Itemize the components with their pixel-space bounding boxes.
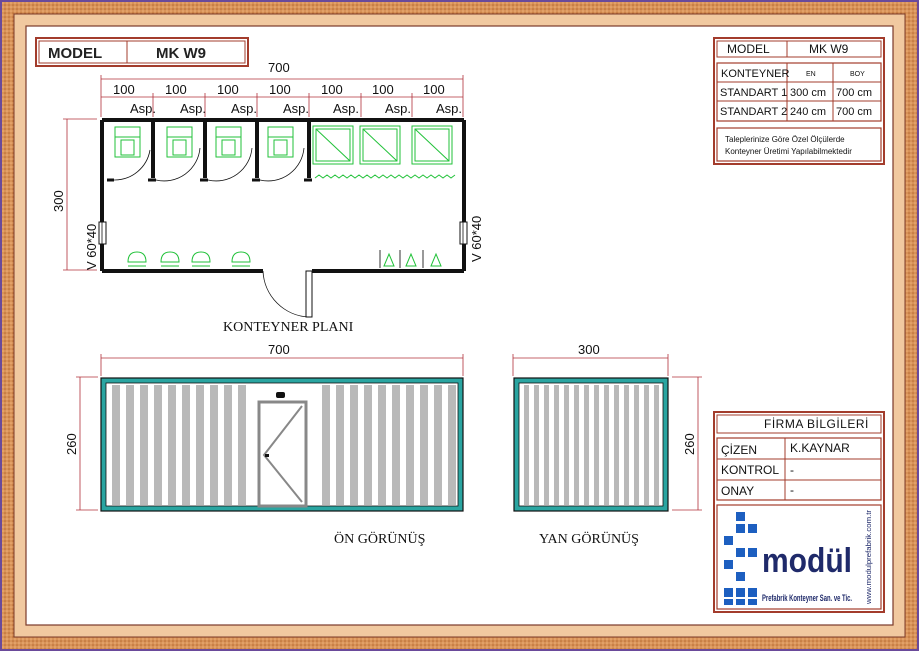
corrugation-rib [378, 385, 386, 505]
firm-approval-value: - [790, 483, 794, 497]
plan-depth: 300 [51, 190, 66, 212]
corrugation-rib [350, 385, 358, 505]
front-view-height: 260 [64, 433, 79, 455]
plan-module-5: 100 [321, 82, 343, 97]
corrugation-rib [210, 385, 218, 505]
corrugation-rib [524, 385, 529, 505]
spec-header-width: EN [806, 71, 816, 78]
asp-label-7: Asp. [436, 101, 462, 116]
spec-header-length: BOY [850, 71, 865, 78]
corrugation-rib [654, 385, 659, 505]
corrugation-rib [336, 385, 344, 505]
corrugation-rib [594, 385, 599, 505]
model-value: MK W9 [156, 45, 206, 62]
plan-module-3: 100 [217, 82, 239, 97]
side-view-container [513, 377, 669, 512]
side-view-height: 260 [682, 433, 697, 455]
asp-label-6: Asp. [385, 101, 411, 116]
corrugation-rib [196, 385, 204, 505]
model-label: MODEL [48, 45, 102, 62]
window-left-label: V 60*40 [84, 224, 99, 270]
corrugation-rib [364, 385, 372, 505]
corrugation-rib [420, 385, 428, 505]
asp-label-5: Asp. [333, 101, 359, 116]
plan-total-width: 700 [268, 60, 290, 75]
corrugation-rib [604, 385, 609, 505]
plan-window-left [98, 221, 107, 245]
side-view-caption: YAN GÖRÜNÜŞ [539, 530, 639, 547]
logo-wordmark: modül [762, 542, 852, 580]
spec-note-line-1: Taleplerinize Göre Özel Ölçülerde [725, 135, 845, 144]
spec-row-2-name: STANDART 2 [720, 106, 787, 118]
asp-label-4: Asp. [283, 101, 309, 116]
corrugation-rib [392, 385, 400, 505]
front-view-width: 700 [268, 342, 290, 357]
firm-drawn-value: K.KAYNAR [790, 441, 850, 455]
plan-module-4: 100 [269, 82, 291, 97]
front-view-container [100, 377, 464, 512]
corrugation-rib [534, 385, 539, 505]
front-view-caption: ÖN GÖRÜNÜŞ [334, 530, 425, 547]
corrugation-rib [624, 385, 629, 505]
corrugation-rib [448, 385, 456, 505]
corrugation-rib [154, 385, 162, 505]
asp-label-1: Asp. [130, 101, 156, 116]
corrugation-rib [322, 385, 330, 505]
corrugation-rib [634, 385, 639, 505]
corrugation-rib [434, 385, 442, 505]
corrugation-rib [168, 385, 176, 505]
spec-row-2-length: 700 cm [836, 106, 872, 118]
corrugation-rib [564, 385, 569, 505]
firm-title: FİRMA BİLGİLERİ [764, 417, 869, 431]
logo-url: www.modulprefabrik.com.tr [866, 509, 873, 605]
firm-control-value: - [790, 463, 794, 477]
spec-note-line-2: Konteyner Üretimi Yapılabilmektedir [725, 147, 852, 156]
corrugation-rib [112, 385, 120, 505]
corrugation-rib [574, 385, 579, 505]
corrugation-rib [554, 385, 559, 505]
plan-module-2: 100 [165, 82, 187, 97]
drawing-sheet: MODEL MK W9 700 100 100 100 100 100 100 … [0, 0, 919, 651]
spec-row-2-width: 240 cm [790, 106, 826, 118]
asp-label-2: Asp. [180, 101, 206, 116]
spec-row-1-name: STANDART 1 [720, 87, 787, 99]
corrugation-rib [544, 385, 549, 505]
corrugation-rib [182, 385, 190, 505]
technical-drawing: MODEL MK W9 700 100 100 100 100 100 100 … [0, 0, 919, 651]
corrugation-rib [406, 385, 414, 505]
plan-module-7: 100 [423, 82, 445, 97]
corrugation-rib [126, 385, 134, 505]
corrugation-rib [614, 385, 619, 505]
corrugation-rib [238, 385, 246, 505]
asp-label-3: Asp. [231, 101, 257, 116]
corrugation-rib [644, 385, 649, 505]
corrugation-rib [584, 385, 589, 505]
spec-header-container: KONTEYNER [721, 68, 790, 80]
logo-subtitle: Prefabrik Konteyner San. ve Tic. [762, 593, 852, 603]
front-view-door-handle [265, 454, 269, 457]
front-view-door-light [276, 392, 285, 398]
plan-window-right [459, 221, 468, 245]
spec-model-value: MK W9 [809, 42, 849, 56]
plan-caption: KONTEYNER PLANI [223, 320, 354, 335]
firm-drawn-label: ÇİZEN [721, 443, 757, 457]
plan-module-1: 100 [113, 82, 135, 97]
spec-row-1-length: 700 cm [836, 87, 872, 99]
plan-module-6: 100 [372, 82, 394, 97]
spec-row-1-width: 300 cm [790, 87, 826, 99]
corrugation-rib [224, 385, 232, 505]
spec-model-label: MODEL [727, 42, 770, 56]
firm-approval-label: ONAY [721, 484, 754, 498]
firm-control-label: KONTROL [721, 463, 779, 477]
corrugation-rib [140, 385, 148, 505]
window-right-label: V 60*40 [469, 216, 484, 262]
side-view-width: 300 [578, 342, 600, 357]
